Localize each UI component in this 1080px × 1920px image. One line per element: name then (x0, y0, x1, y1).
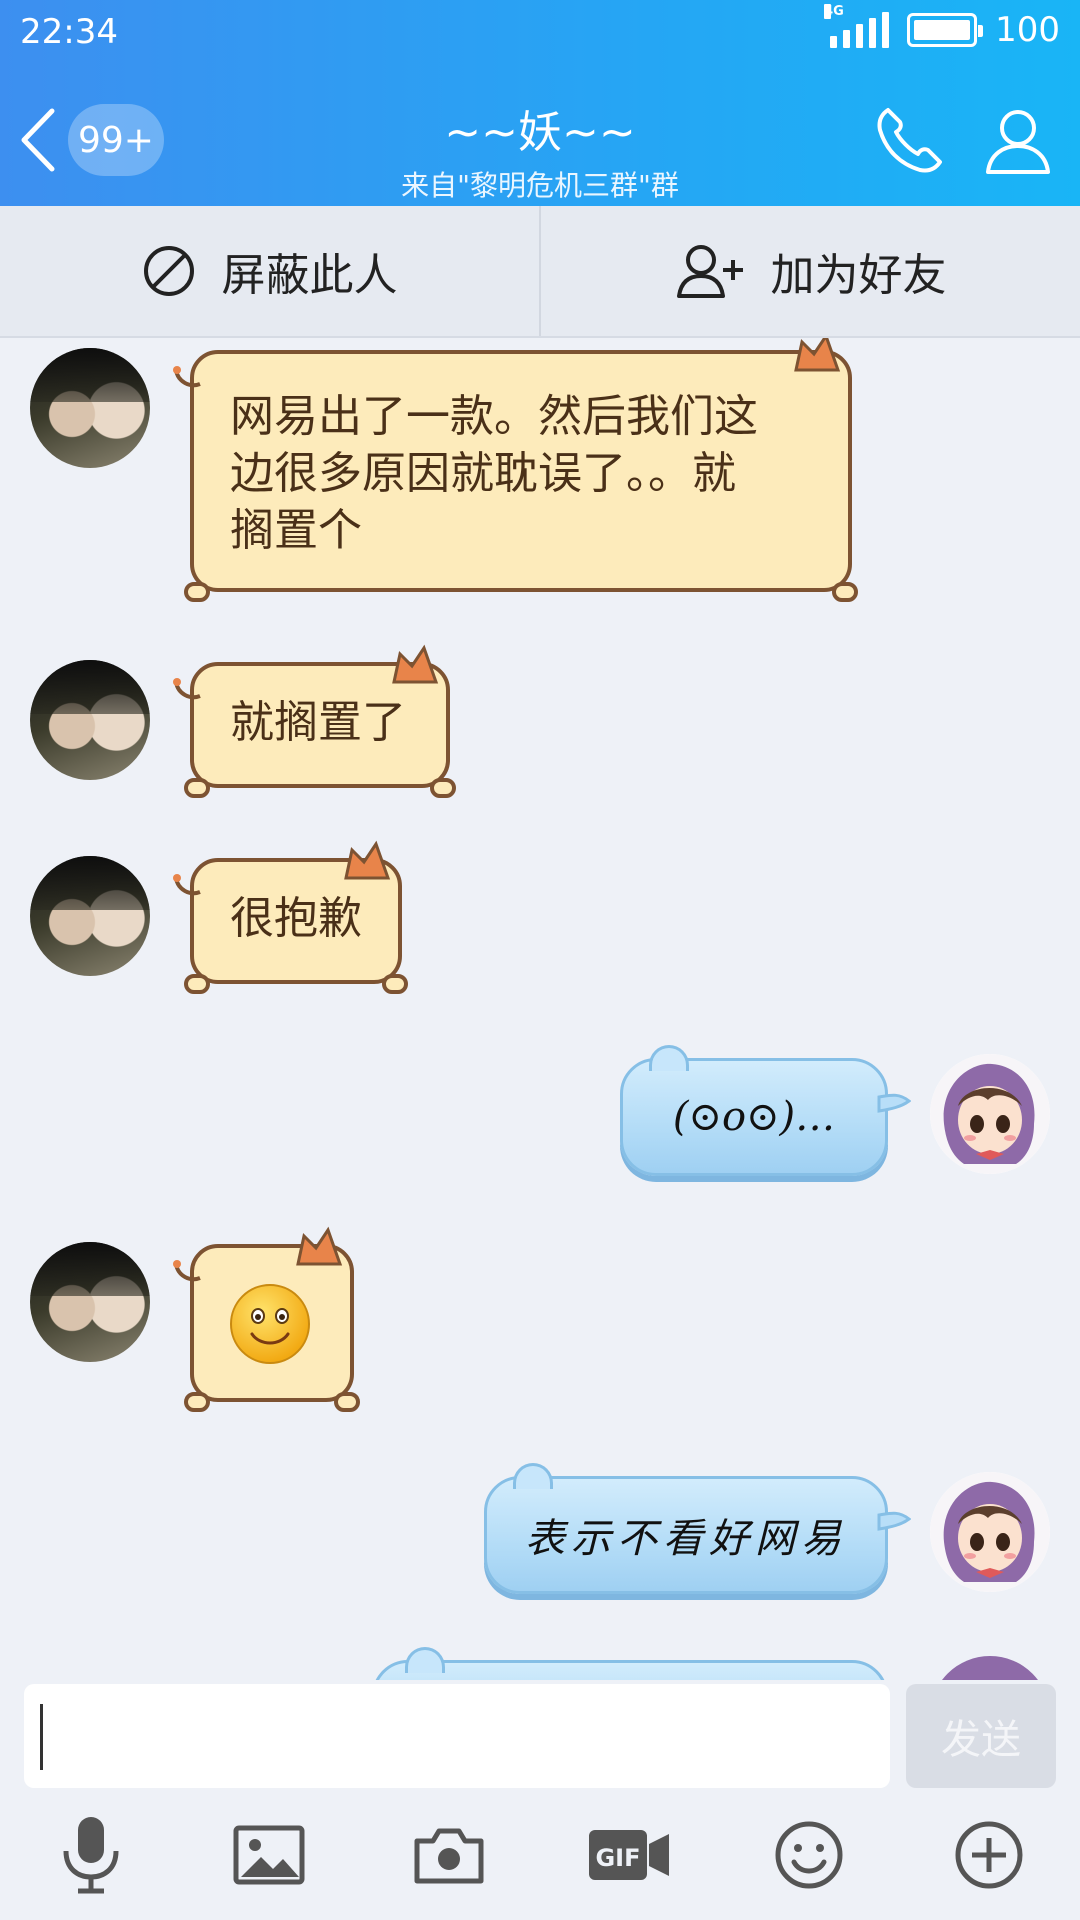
plus-icon (955, 1821, 1023, 1889)
message-text: 表示不看好网易 (525, 1516, 847, 1562)
block-icon (143, 246, 194, 296)
gif-button[interactable]: GIF (584, 1810, 674, 1900)
cat-paw-decoration (184, 974, 210, 994)
anime-girl-avatar-image (930, 1472, 1050, 1592)
chat-title-block: ~~妖~~ 来自"黎明危机三群"群 (240, 96, 840, 204)
my-avatar[interactable] (930, 1656, 1050, 1680)
svg-text:GIF: GIF (595, 1844, 640, 1872)
emoji-button[interactable] (764, 1810, 854, 1900)
phone-icon (877, 108, 942, 173)
message-bubble[interactable] (173, 1226, 360, 1412)
cat-paw-decoration (334, 1392, 360, 1412)
composer: 发送 GIF (0, 1680, 1080, 1920)
sender-avatar[interactable] (30, 348, 150, 468)
bubble-tail-decoration (877, 1511, 911, 1531)
status-icons: 4G 100 (824, 4, 1060, 50)
sender-avatar[interactable] (30, 660, 150, 780)
anime-girl-avatar-image (930, 1054, 1050, 1174)
cat-tail-decoration (173, 366, 201, 388)
camera-icon (414, 1828, 484, 1884)
cat-tail-decoration (173, 874, 201, 896)
message-text-line: 网易出了一款。然后我们这 (230, 391, 758, 442)
cat-paw-decoration (382, 974, 408, 994)
camera-button[interactable] (404, 1810, 494, 1900)
sender-avatar[interactable] (30, 1242, 150, 1362)
gif-icon: GIF (589, 1830, 669, 1880)
page-title: ~~妖~~ (444, 107, 636, 158)
cat-paw-decoration (430, 778, 456, 798)
cat-paw-decoration (184, 582, 210, 602)
back-button[interactable]: 99+ (18, 100, 168, 180)
bubble-tail-decoration (877, 1093, 911, 1113)
cat-tail-decoration (173, 678, 201, 700)
message-bubble[interactable]: 很抱歉 (173, 840, 408, 994)
send-button[interactable]: 发送 (906, 1684, 1056, 1788)
unread-badge: 99+ (68, 104, 164, 176)
message-bubble-partial[interactable] (372, 1647, 888, 1680)
message-text: 很抱歉 (230, 893, 362, 944)
call-button[interactable] (870, 100, 950, 180)
cat-ear-decoration (296, 1226, 343, 1266)
user-icon (986, 110, 1050, 174)
message-bubble[interactable]: =·ᴗ= 网易出了一款。然后我们这 边很多原因就耽误了。。就 搁置个 (173, 338, 858, 602)
microphone-icon (63, 1817, 119, 1894)
message-text-line: 边很多原因就耽误了。。就 (230, 448, 736, 499)
cat-tail-decoration (173, 1260, 201, 1282)
add-friend-button[interactable]: 加为好友 (539, 206, 1080, 336)
message-list[interactable]: =·ᴗ= 网易出了一款。然后我们这 边很多原因就耽误了。。就 搁置个 就搁置了 … (0, 338, 1080, 1680)
block-user-label: 屏蔽此人 (221, 250, 398, 301)
composer-toolbar: GIF (0, 1810, 1080, 1910)
image-icon (233, 1825, 305, 1885)
group-source-subtitle: 来自"黎明危机三群"群 (401, 169, 679, 202)
chevron-left-icon (21, 108, 55, 172)
message-bubble[interactable]: 表示不看好网易 (484, 1463, 911, 1594)
message-bubble[interactable]: (⊙o⊙)… (620, 1045, 911, 1176)
voice-button[interactable] (46, 1810, 136, 1900)
smile-emoji-icon (230, 1284, 310, 1364)
more-button[interactable] (944, 1810, 1034, 1900)
status-time: 22:34 (20, 12, 118, 52)
bubble-decoration (513, 1463, 553, 1489)
my-avatar[interactable] (930, 1054, 1050, 1174)
bubble-decoration (405, 1647, 445, 1673)
cat-ear-decoration (392, 644, 439, 684)
battery-icon (907, 13, 984, 47)
message-input[interactable] (24, 1684, 890, 1788)
emoji-icon (775, 1821, 843, 1889)
image-button[interactable] (224, 1810, 314, 1900)
text-cursor (40, 1704, 43, 1770)
cat-ear-decoration: =·ᴗ= (788, 338, 841, 372)
add-user-icon (676, 245, 743, 298)
message-text: 就搁置了 (230, 697, 406, 748)
message-bubble[interactable]: 就搁置了 (173, 644, 456, 798)
message-text: (⊙o⊙)… (672, 1094, 836, 1140)
block-user-button[interactable]: 屏蔽此人 (0, 206, 539, 336)
message-text-line: 搁置个 (230, 505, 362, 556)
network-type: 4G (824, 4, 844, 19)
bubble-decoration (649, 1045, 689, 1071)
cat-paw-decoration (184, 778, 210, 798)
battery-level: 100 (995, 10, 1060, 50)
svg-text:=·ᴗ=: =·ᴗ= (788, 347, 790, 366)
cat-ear-decoration (344, 840, 391, 880)
title-bar: 22:34 4G 100 99+ ~~妖~~ 来自"黎明危机三群"群 (0, 0, 1080, 206)
cat-paw-decoration (832, 582, 858, 602)
cat-paw-decoration (184, 1392, 210, 1412)
my-avatar[interactable] (930, 1472, 1050, 1592)
sender-avatar[interactable] (30, 856, 150, 976)
signal-icon: 4G (824, 4, 890, 48)
add-friend-label: 加为好友 (770, 250, 947, 301)
member-actions: 屏蔽此人 加为好友 (0, 206, 1080, 338)
profile-button[interactable] (978, 100, 1058, 180)
